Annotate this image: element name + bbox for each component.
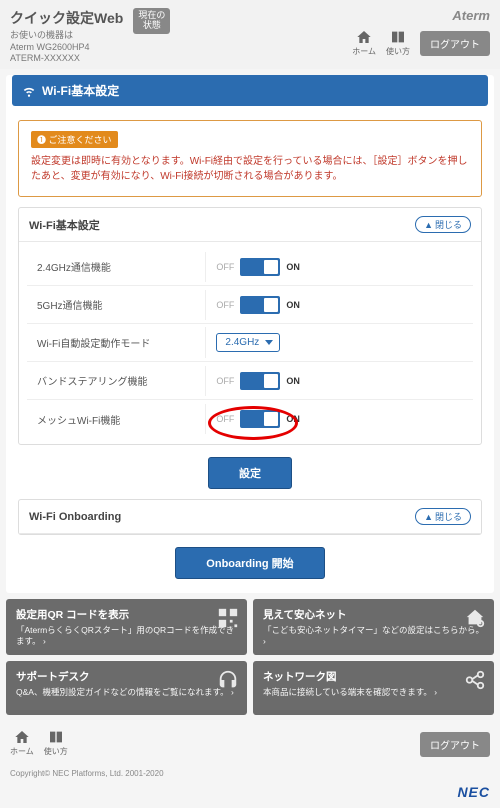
nec-logo: NEC bbox=[0, 784, 500, 808]
submit-button[interactable]: 設定 bbox=[208, 457, 292, 489]
automode-select[interactable]: 2.4GHz bbox=[216, 333, 280, 352]
toggle-5ghz[interactable] bbox=[240, 296, 280, 314]
brand-logo: Aterm bbox=[452, 8, 490, 23]
tile-safenet[interactable]: 見えて安心ネット「こども安心ネットタイマー」などの設定はこちらから。 bbox=[253, 599, 494, 655]
warning-label: ❶ ご注意ください bbox=[31, 131, 118, 148]
toggle-mesh[interactable] bbox=[240, 410, 280, 428]
wifi-icon bbox=[22, 84, 36, 98]
footer-logout-button[interactable]: ログアウト bbox=[420, 732, 490, 757]
section-title: Wi-Fi基本設定 bbox=[29, 217, 100, 233]
onboarding-start-button[interactable]: Onboarding 開始 bbox=[175, 547, 324, 579]
logout-button[interactable]: ログアウト bbox=[420, 31, 490, 56]
warning-text: 設定変更は即時に有効となります。Wi-Fi経由で設定を行っている場合には、［設定… bbox=[31, 154, 469, 184]
onboarding-section: Wi-Fi Onboarding ▲ 閉じる bbox=[18, 499, 482, 535]
row-label-mesh: メッシュWi-Fi機能 bbox=[27, 406, 205, 433]
footer-home-button[interactable]: ホーム bbox=[10, 729, 34, 757]
section-title: Wi-Fi Onboarding bbox=[29, 511, 121, 523]
book-icon bbox=[47, 729, 65, 745]
footer-guide-button[interactable]: 使い方 bbox=[44, 729, 68, 757]
toggle-bandsteering[interactable] bbox=[240, 372, 280, 390]
row-label-24ghz: 2.4GHz通信機能 bbox=[27, 253, 205, 280]
house-search-icon bbox=[464, 607, 486, 629]
row-label-5ghz: 5GHz通信機能 bbox=[27, 291, 205, 318]
book-icon bbox=[389, 29, 407, 45]
headset-icon bbox=[217, 669, 239, 691]
network-icon bbox=[464, 669, 486, 691]
tile-qr[interactable]: 設定用QR コードを表示「AtermらくらくQRスタート」用のQRコードを作成で… bbox=[6, 599, 247, 655]
status-badge[interactable]: 現在の 状態 bbox=[133, 8, 170, 34]
toggle-24ghz[interactable] bbox=[240, 258, 280, 276]
wifi-basic-section: Wi-Fi基本設定 ▲ 閉じる 2.4GHz通信機能 OFF ON 5GHz通信… bbox=[18, 207, 482, 445]
home-icon bbox=[355, 29, 373, 45]
row-label-automode: Wi-Fi自動設定動作モード bbox=[27, 329, 205, 356]
collapse-button[interactable]: ▲ 閉じる bbox=[415, 508, 471, 525]
tile-support[interactable]: サポートデスクQ&A、機種別設定ガイドなどの情報をご覧になれます。 bbox=[6, 661, 247, 715]
home-icon bbox=[13, 729, 31, 745]
qr-icon bbox=[217, 607, 239, 629]
collapse-button[interactable]: ▲ 閉じる bbox=[415, 216, 471, 233]
device-info: お使いの機器は Aterm WG2600HP4 ATERM-XXXXXX bbox=[10, 30, 123, 65]
app-title: クイック設定Web bbox=[10, 8, 123, 28]
home-button[interactable]: ホーム bbox=[352, 29, 376, 57]
guide-button[interactable]: 使い方 bbox=[386, 29, 410, 57]
warning-box: ❶ ご注意ください 設定変更は即時に有効となります。Wi-Fi経由で設定を行って… bbox=[18, 120, 482, 197]
page-title: Wi-Fi基本設定 bbox=[12, 75, 488, 106]
row-label-bandsteering: バンドステアリング機能 bbox=[27, 367, 205, 394]
tile-network[interactable]: ネットワーク図本商品に接続している端末を確認できます。 bbox=[253, 661, 494, 715]
copyright: Copyright© NEC Platforms, Ltd. 2001-2020 bbox=[0, 767, 500, 784]
